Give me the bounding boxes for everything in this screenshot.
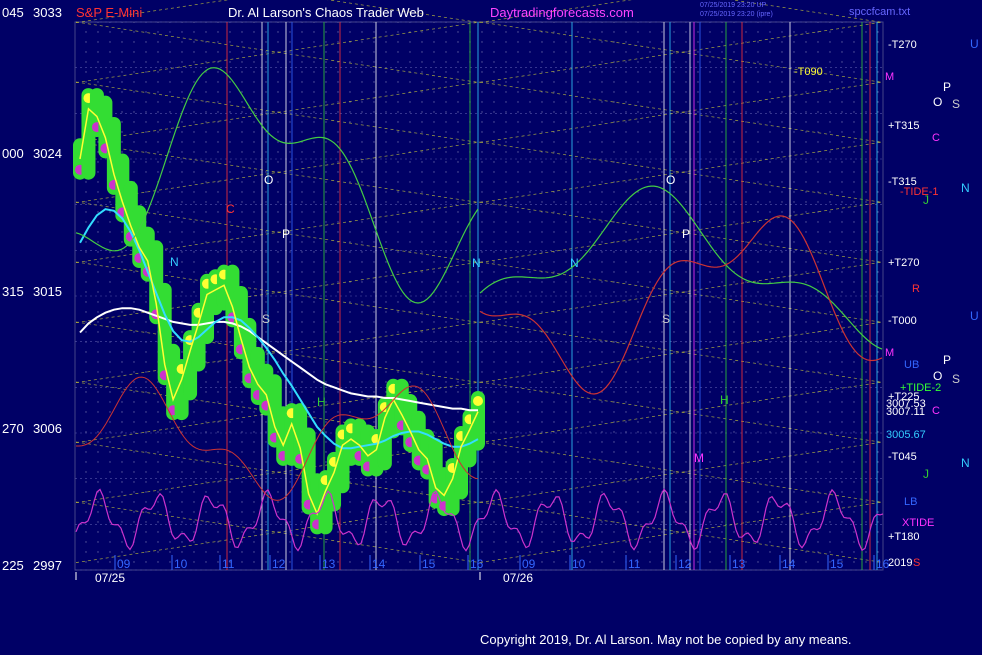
event-letter: P	[682, 227, 690, 241]
planet-label: S	[952, 372, 960, 386]
x-hour-label: 13	[322, 557, 336, 571]
event-letter: P	[282, 227, 290, 241]
y-price-tick-4: 2997	[33, 558, 62, 573]
flux-label: -T000	[888, 315, 917, 327]
planet-label: P	[943, 353, 951, 367]
planet-label: N	[961, 181, 970, 195]
flux-label: XTIDE	[902, 517, 934, 529]
planet-label: J	[923, 193, 929, 207]
x-hour-label: 12	[272, 557, 286, 571]
event-letter: S	[262, 312, 270, 326]
x-hour-label: 14	[372, 557, 386, 571]
x-hour-label: 11	[628, 557, 641, 571]
header-left-time: 045	[2, 5, 24, 20]
x-date-label-1: 07/25	[95, 571, 125, 585]
flux-label: LB	[904, 496, 917, 508]
planet-label: S	[952, 97, 960, 111]
y-angle-tick-2: 315	[2, 284, 24, 299]
header-left-price: 3033	[33, 5, 62, 20]
x-hour-label: 10	[572, 557, 586, 571]
event-letter: M	[694, 451, 704, 465]
flux-label: C	[932, 405, 940, 417]
event-letter: N	[570, 256, 579, 270]
flux-label: S	[913, 557, 920, 569]
flux-label: 2019	[888, 557, 912, 569]
event-letter: H	[317, 395, 326, 409]
x-hour-label: 09	[522, 557, 536, 571]
planet-label: N	[961, 456, 970, 470]
x-hour-label: 16	[470, 557, 484, 571]
event-letter: O	[264, 173, 273, 187]
update-stamp-2: 07/25/2019 23:20 (ipre)	[700, 11, 773, 18]
chart-canvas: 045 3033 S&P E-Mini Dr. Al Larson's Chao…	[0, 0, 982, 650]
file-name: spccfcam.txt	[849, 6, 910, 18]
event-letter: C	[226, 202, 235, 216]
flux-label: +T315	[888, 120, 920, 132]
flux-label: -TIDE-1	[900, 186, 939, 198]
event-letter: S	[662, 312, 670, 326]
flux-label: M	[885, 71, 894, 83]
planet-label: J	[923, 467, 929, 481]
x-hour-label: 15	[422, 557, 436, 571]
planet-label: O	[933, 369, 942, 383]
y-angle-tick-3: 270	[2, 421, 24, 436]
event-letter: H	[720, 393, 729, 407]
x-date-label-2: 07/26	[503, 571, 533, 585]
y-price-tick-3: 3006	[33, 421, 62, 436]
x-hour-label: 11	[222, 557, 235, 571]
x-hour-label: 14	[782, 557, 796, 571]
flux-label: +T270	[888, 257, 920, 269]
update-stamp-1: 07/25/2019 23:20 UP	[700, 2, 766, 9]
chart-root: 045 3033 S&P E-Mini Dr. Al Larson's Chao…	[0, 0, 982, 650]
x-hour-label: 10	[174, 557, 188, 571]
y-angle-tick-4: 225	[2, 558, 24, 573]
flux-label: -T090	[794, 66, 823, 78]
planet-label: U	[970, 37, 979, 51]
flux-label: -T270	[888, 39, 917, 51]
price-marker-2: 3007.11	[886, 406, 925, 418]
x-hour-label: 12	[678, 557, 692, 571]
event-letter: O	[666, 173, 675, 187]
x-hour-label: 15	[830, 557, 844, 571]
event-letter: N	[170, 255, 179, 269]
site-title: Dr. Al Larson's Chaos Trader Web	[228, 5, 424, 20]
flux-label: C	[932, 132, 940, 144]
instrument-title: S&P E-Mini	[76, 5, 142, 20]
site-url[interactable]: Daytradingforecasts.com	[490, 5, 634, 20]
flux-label: R	[912, 283, 920, 295]
flux-label: UB	[904, 359, 919, 371]
price-marker-3: 3005.67	[886, 429, 926, 441]
event-letter: N	[472, 256, 481, 270]
x-hour-label: 09	[117, 557, 131, 571]
y-price-tick-2: 3015	[33, 284, 62, 299]
copyright-notice: Copyright 2019, Dr. Al Larson. May not b…	[480, 632, 852, 647]
flux-label: -T045	[888, 451, 917, 463]
x-hour-label: 16	[876, 557, 890, 571]
y-price-tick-1: 3024	[33, 146, 62, 161]
y-angle-tick-1: 000	[2, 146, 24, 161]
flux-label: M	[885, 347, 894, 359]
flux-label: +T180	[888, 531, 920, 543]
planet-label: P	[943, 80, 951, 94]
x-hour-label: 13	[732, 557, 746, 571]
swing-high-dot	[473, 395, 483, 406]
planet-label: O	[933, 95, 942, 109]
planet-label: U	[970, 309, 979, 323]
flux-label: +T225	[888, 391, 920, 403]
